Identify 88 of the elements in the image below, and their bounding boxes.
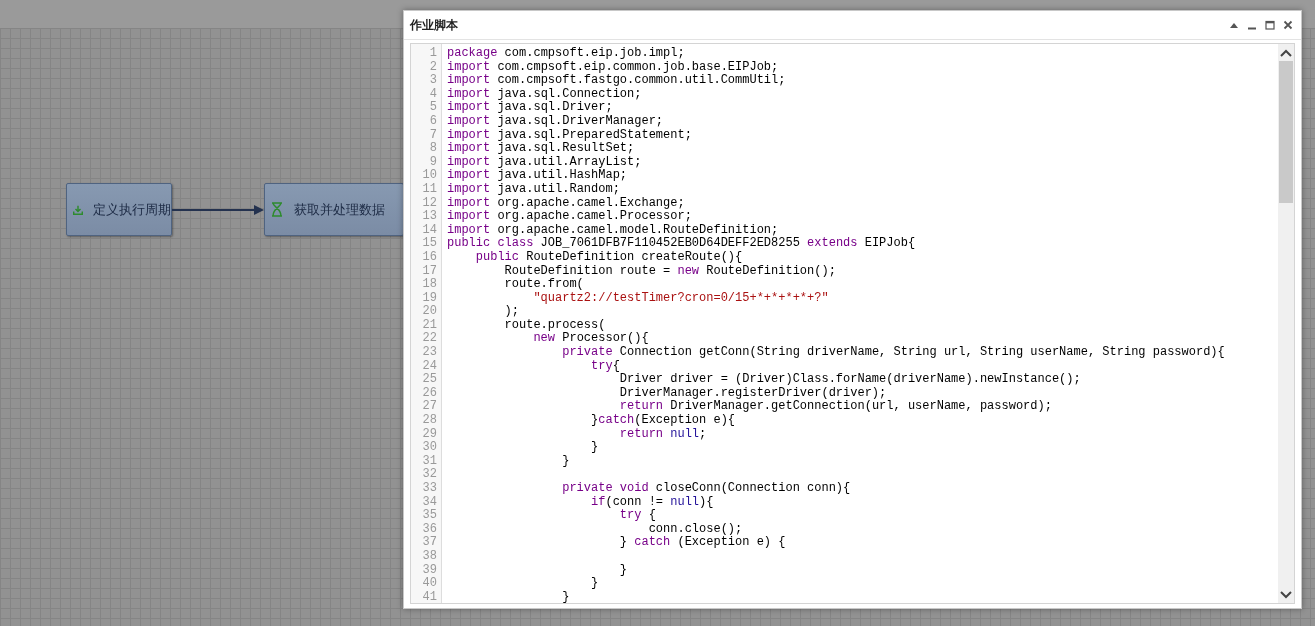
code-line: } [590, 577, 600, 591]
line-number: 38 [421, 549, 438, 564]
code-line: import java.sql.Connection; [447, 87, 643, 101]
line-number: 40 [421, 577, 438, 591]
code-line: private Connection getConn(String driverName, String url, String userName, String password){ [561, 346, 1226, 360]
line-number: 3 [428, 74, 438, 88]
line-number: 14 [421, 223, 438, 237]
code-line: "quartz2://testTimer?cron=0/15+*+*+*+*+?" [532, 291, 830, 306]
line-number: 7 [428, 128, 438, 142]
scrollbar[interactable] [1278, 44, 1294, 603]
line-number: 24 [421, 359, 438, 373]
code-line: if(conn != null){ [590, 495, 715, 509]
line-number: 23 [421, 346, 438, 360]
line-number: 16 [421, 250, 438, 265]
line-number: 39 [421, 563, 438, 577]
line-number: 33 [421, 482, 438, 496]
code-line: route.from( [503, 278, 585, 292]
flow-node[interactable]: 获取并处理数据 [264, 183, 404, 236]
line-number: 28 [421, 414, 438, 428]
line-number: 5 [428, 101, 438, 115]
line-number: 30 [421, 441, 438, 455]
line-number: 17 [421, 264, 438, 278]
code-line: } [618, 563, 629, 578]
line-number: 34 [421, 495, 438, 509]
code-line: try{ [590, 359, 620, 374]
scroll-thumb[interactable] [1279, 61, 1293, 203]
code-line: package com.cmpsoft.eip.job.impl; [447, 47, 686, 61]
line-number: 18 [421, 278, 438, 292]
code-line: } [590, 441, 600, 455]
code-line: public class JOB_7061DFB7F110452EB0D64DEFF2ED8255 extends EIPJob{ [447, 237, 917, 251]
code-line: Driver driver = (Driver)Class.forName(driverName).newInstance(); [618, 373, 1082, 387]
dialog-title: 作业脚本 [410, 16, 459, 34]
code-line: RouteDefinition route = new RouteDefinition(); [503, 264, 837, 278]
code-line: import java.sql.PreparedStatement; [447, 128, 693, 142]
code-line: try { [618, 509, 657, 523]
code-line: } catch (Exception e) { [618, 536, 787, 550]
line-number: 8 [428, 142, 438, 156]
code-line: import java.util.ArrayList; [447, 155, 643, 169]
code-line: import com.cmpsoft.fastgo.common.util.CommUtil; [447, 74, 787, 88]
code-line: ); [503, 305, 520, 319]
line-number: 6 [428, 114, 438, 129]
line-number: 12 [421, 196, 438, 210]
code-line: private void closeConn(Connection conn){ [561, 482, 852, 496]
maximize-button[interactable] [1265, 20, 1275, 30]
line-number: 11 [421, 182, 438, 197]
line-number: 21 [421, 318, 438, 332]
line-number: 15 [421, 237, 438, 251]
code-line: import org.apache.camel.Exchange; [447, 196, 686, 210]
code-line: import org.apache.camel.Processor; [447, 210, 693, 224]
line-number: 27 [421, 400, 438, 414]
code-line: import org.apache.camel.model.RouteDefinition; [447, 223, 780, 237]
line-number: 13 [421, 210, 438, 224]
line-number: 25 [421, 373, 438, 387]
code-line: } [561, 590, 571, 603]
code-line: }catch(Exception e){ [590, 414, 737, 428]
line-number: 1 [428, 47, 438, 61]
line-number: 20 [421, 305, 438, 319]
line-number: 41 [421, 590, 438, 603]
code-line: new Processor(){ [532, 332, 650, 346]
line-number: 31 [421, 454, 438, 468]
line-number: 35 [421, 509, 438, 523]
line-number: 36 [421, 522, 438, 536]
code-line: route.process( [503, 318, 607, 332]
line-number: 29 [421, 427, 438, 441]
code-line: public RouteDefinition createRoute(){ [474, 250, 744, 265]
code-line: import java.sql.ResultSet; [447, 142, 636, 156]
code-line: import java.sql.DriverManager; [447, 114, 665, 129]
line-number: 32 [421, 468, 438, 482]
line-number: 26 [421, 386, 438, 400]
hourglass-icon [271, 202, 283, 217]
line-number: 2 [428, 60, 438, 74]
code-line: import com.cmpsoft.eip.common.job.base.EIPJob; [447, 60, 780, 74]
code-line: import java.sql.Driver; [447, 101, 614, 115]
code-line: } [561, 454, 571, 469]
code-line: import java.util.Random; [447, 182, 621, 197]
line-number: 37 [421, 536, 438, 550]
code-line: import java.util.HashMap; [447, 169, 629, 183]
code-line: conn.close(); [647, 522, 744, 536]
code-line: return DriverManager.getConnection(url, userName, password); [618, 400, 1053, 414]
code-line: return null; [618, 427, 708, 442]
flow-node[interactable]: 定义执行周期 [66, 183, 172, 236]
line-number: 9 [428, 155, 438, 169]
line-number: 4 [428, 87, 438, 101]
line-number: 10 [421, 169, 438, 183]
line-number: 19 [421, 291, 438, 305]
close-button[interactable] [1283, 20, 1293, 30]
line-number: 22 [421, 332, 438, 346]
code-line: DriverManager.registerDriver(driver); [618, 386, 888, 400]
